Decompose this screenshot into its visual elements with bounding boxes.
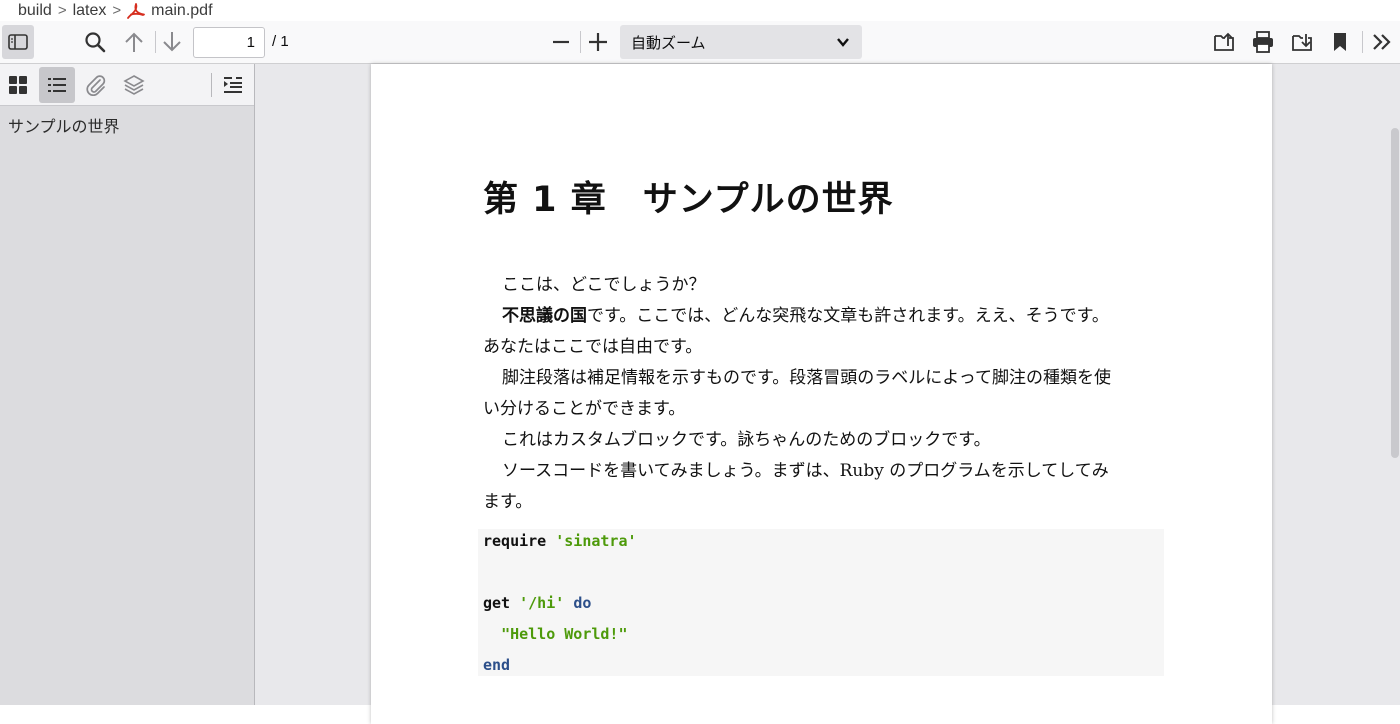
pdf-file-icon	[127, 2, 146, 19]
arrow-up-icon	[125, 32, 143, 52]
bookmark-button[interactable]	[1324, 25, 1356, 59]
find-button[interactable]	[79, 25, 111, 59]
download-icon	[1292, 34, 1312, 51]
open-file-icon	[1214, 32, 1234, 51]
vertical-scrollbar[interactable]	[1390, 64, 1400, 705]
tools-menu-button[interactable]	[1366, 25, 1398, 59]
breadcrumb: build > latex > main.pdf	[0, 0, 1400, 21]
thumbnails-view-button[interactable]	[0, 67, 36, 103]
sidebar-toolbar	[0, 64, 254, 106]
breadcrumb-item-build[interactable]: build	[18, 2, 52, 20]
page-number-input[interactable]: 1	[193, 27, 265, 58]
paragraph-continuation: ます。	[483, 492, 533, 512]
sidebar-toolbar-divider	[211, 73, 212, 97]
code-line: end	[483, 656, 511, 674]
paragraph: ここは、どこでしょうか？	[502, 275, 706, 295]
pdf-page: 第 1 章 サンプルの世界 ここは、どこでしょうか？ 不思議の国です。ここでは、…	[371, 64, 1272, 724]
toolbar-divider	[1362, 31, 1363, 53]
code-line: get '/hi' do	[483, 594, 592, 612]
search-icon	[85, 32, 106, 53]
paragraph: 脚注段落は補足情報を示すものです。段落冒頭のラベルによって脚注の種類を使	[502, 368, 1111, 388]
print-button[interactable]	[1247, 25, 1279, 59]
sidebar: サンプルの世界	[0, 64, 255, 705]
minus-icon	[553, 40, 569, 44]
paragraph: これはカスタムブロックです。詠ちゃんのためのブロックです。	[502, 430, 991, 450]
sidebar-toggle-icon	[8, 34, 28, 50]
breadcrumb-item-main-pdf[interactable]: main.pdf	[151, 2, 212, 20]
zoom-select[interactable]: 自動ズーム	[620, 25, 862, 59]
layers-view-button[interactable]	[116, 67, 152, 103]
paragraph: 不思議の国です。ここでは、どんな突飛な文章も許されます。ええ、そうです。	[502, 306, 1109, 326]
open-file-button[interactable]	[1208, 25, 1240, 59]
breadcrumb-separator: >	[112, 2, 122, 19]
bold-term: 不思議の国	[502, 306, 587, 326]
sidebar-toggle-button[interactable]	[2, 25, 34, 59]
paperclip-icon	[86, 75, 106, 96]
code-line: "Hello World!"	[501, 625, 628, 643]
scrollbar-thumb[interactable]	[1391, 128, 1399, 458]
chevron-down-icon	[837, 38, 849, 47]
breadcrumb-separator: >	[57, 2, 67, 19]
page-count-label: / 1	[272, 33, 289, 50]
breadcrumb-item-latex[interactable]: latex	[73, 2, 107, 20]
zoom-out-button[interactable]	[545, 25, 577, 59]
double-chevron-right-icon	[1373, 34, 1391, 50]
plus-icon	[589, 33, 607, 51]
zoom-select-value: 自動ズーム	[631, 33, 706, 52]
outline-view-button[interactable]	[39, 67, 75, 103]
previous-page-button[interactable]	[118, 25, 150, 59]
bookmark-icon	[1334, 33, 1346, 51]
paragraph-continuation: あなたはここでは自由です。	[483, 337, 703, 357]
current-outline-item-button[interactable]	[215, 67, 251, 103]
grid-icon	[9, 76, 27, 94]
chapter-title: 第 1 章 サンプルの世界	[483, 180, 894, 220]
arrow-down-icon	[163, 32, 181, 52]
outline-item[interactable]: サンプルの世界	[8, 113, 120, 137]
document-viewer[interactable]: 第 1 章 サンプルの世界 ここは、どこでしょうか？ 不思議の国です。ここでは、…	[255, 64, 1400, 724]
code-line: require 'sinatra'	[483, 532, 637, 550]
toolbar-divider	[580, 31, 581, 53]
printer-icon	[1253, 31, 1273, 53]
next-page-button[interactable]	[156, 25, 188, 59]
layers-icon	[123, 75, 145, 95]
paragraph: ソースコードを書いてみましょう。まずは、Ruby のプログラムを示してしてみ	[502, 461, 1109, 481]
pdf-toolbar: 1 / 1 自動ズーム	[0, 21, 1400, 64]
outline-locate-icon	[224, 77, 242, 93]
list-icon	[48, 78, 66, 92]
code-block: require 'sinatra' get '/hi' do "Hello Wo…	[478, 529, 1164, 676]
attachments-view-button[interactable]	[78, 67, 114, 103]
paragraph-continuation: い分けることができます。	[483, 399, 686, 419]
download-button[interactable]	[1286, 25, 1318, 59]
zoom-in-button[interactable]	[582, 25, 614, 59]
